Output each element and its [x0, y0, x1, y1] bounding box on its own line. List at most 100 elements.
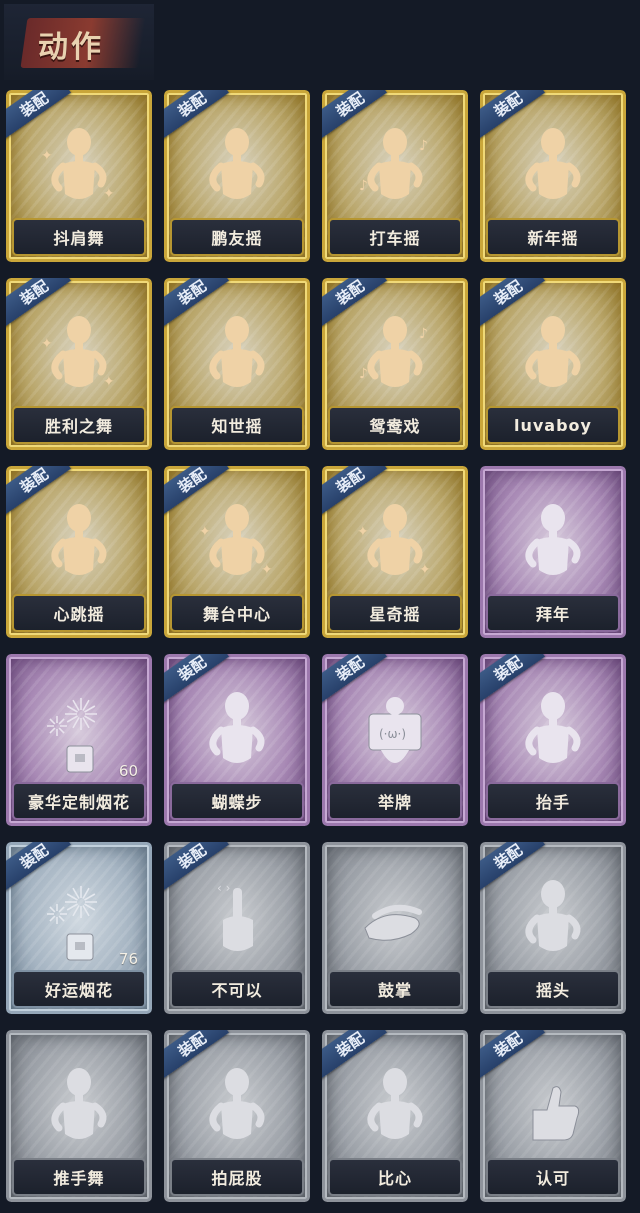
dancer-victory-icon: ✦✦: [41, 316, 115, 390]
emote-label-bar: 新年摇: [488, 220, 618, 254]
pat-butt-icon: [209, 1068, 265, 1139]
svg-text:✦: ✦: [103, 186, 115, 202]
emote-card[interactable]: 装配 ‹ › 不可以: [164, 842, 310, 1014]
emote-label-bar: 豪华定制烟花: [14, 784, 144, 818]
emote-name: 鼓掌: [377, 981, 412, 1000]
emote-card[interactable]: 装配 摇头: [480, 842, 626, 1014]
emote-card[interactable]: 装配 抬手: [480, 654, 626, 826]
emote-card[interactable]: 装配 ✦ ✦ 胜利之舞: [6, 278, 152, 450]
emote-card[interactable]: 装配 ♥ 比心: [322, 1030, 468, 1202]
svg-text:♪: ♪: [359, 178, 368, 194]
emote-label-bar: 心跳摇: [14, 596, 144, 630]
svg-text:✦: ✦: [357, 524, 369, 540]
emote-card[interactable]: 拜年: [480, 466, 626, 638]
emote-name: 好运烟花: [44, 981, 113, 1000]
dancer-clap-icon: [525, 128, 581, 199]
emote-card[interactable]: 装配 ✦ ✦ 星奇摇: [322, 466, 468, 638]
emote-card[interactable]: 装配 心跳摇: [6, 466, 152, 638]
emote-label-bar: 比心: [330, 1160, 460, 1194]
emote-name: 蝴蝶步: [211, 793, 263, 812]
finger-heart-icon: ♥: [367, 1067, 423, 1139]
hold-sign-icon: (·ω·): [368, 697, 422, 763]
dancer-cross-icon: [525, 316, 581, 387]
shake-head-icon: [525, 880, 581, 951]
emote-name: 举牌: [377, 793, 412, 812]
emote-card[interactable]: 装配 新年摇: [480, 90, 626, 262]
emote-label-bar: 舞台中心: [172, 596, 302, 630]
emote-card[interactable]: 装配 拍屁股: [164, 1030, 310, 1202]
emote-name: 鹏友摇: [211, 229, 263, 248]
emote-name: 抖肩舞: [53, 229, 105, 248]
emote-card[interactable]: 装配 鹏友摇: [164, 90, 310, 262]
thumbs-up-icon: [532, 1086, 580, 1141]
emote-name: 豪华定制烟花: [27, 793, 130, 812]
svg-text:✦: ✦: [199, 524, 211, 540]
emote-name: 推手舞: [53, 1169, 105, 1188]
emote-card[interactable]: 装配 知世摇: [164, 278, 310, 450]
emote-label-bar: 拜年: [488, 596, 618, 630]
emote-label-bar: 蝴蝶步: [172, 784, 302, 818]
emote-card[interactable]: 装配 ♪ ♪ 鸳鸯戏: [322, 278, 468, 450]
emote-label-bar: 认可: [488, 1160, 618, 1194]
emote-label-bar: 打车摇: [330, 220, 460, 254]
svg-text:✦: ✦: [103, 374, 115, 390]
dancer-sway-icon: [209, 316, 265, 387]
emote-label-bar: luvaboy: [488, 408, 618, 442]
emote-card[interactable]: 装配 ✦ ✦ 舞台中心: [164, 466, 310, 638]
emote-card[interactable]: 装配 ♪ ♪ 打车摇: [322, 90, 468, 262]
emote-label-bar: 抬手: [488, 784, 618, 818]
emote-label-bar: 拍屁股: [172, 1160, 302, 1194]
emote-card[interactable]: 鼓掌: [322, 842, 468, 1014]
raise-hand-icon: [525, 692, 581, 763]
dancer-music-icon: ♪♪: [359, 128, 428, 199]
svg-text:✦: ✦: [41, 148, 53, 164]
emote-label-bar: 星奇摇: [330, 596, 460, 630]
firework-canister-icon: [47, 886, 97, 961]
emote-name: 胜利之舞: [44, 417, 113, 436]
section-header: 动作: [4, 4, 154, 80]
emote-name: 打车摇: [369, 229, 421, 248]
item-count: 76: [118, 950, 138, 968]
emote-label-bar: 举牌: [330, 784, 460, 818]
emote-card[interactable]: 装配 认可: [480, 1030, 626, 1202]
emote-name: 比心: [377, 1169, 412, 1188]
emote-card[interactable]: 推手舞: [6, 1030, 152, 1202]
emote-label-bar: 胜利之舞: [14, 408, 144, 442]
emote-card[interactable]: 装配 蝴蝶步: [164, 654, 310, 826]
bow-greeting-icon: [525, 504, 581, 575]
svg-text:‹ ›: ‹ ›: [217, 881, 230, 895]
dancer-star-icon: ✦✦: [357, 504, 431, 578]
dancer-stage-icon: ✦✦: [199, 504, 273, 578]
emote-label-bar: 鸳鸯戏: [330, 408, 460, 442]
emote-card[interactable]: 60 豪华定制烟花: [6, 654, 152, 826]
emote-card[interactable]: 装配 luvaboy: [480, 278, 626, 450]
finger-wag-icon: ‹ ›: [217, 881, 253, 951]
page-title: 动作: [38, 30, 104, 65]
clap-hands-icon: [364, 904, 422, 941]
dancer-shrug-icon: ✦✦: [41, 128, 115, 202]
emote-name: 知世摇: [211, 417, 263, 436]
emote-label-bar: 鹏友摇: [172, 220, 302, 254]
emote-name: 拜年: [535, 605, 570, 624]
svg-text:(·ω·): (·ω·): [379, 727, 406, 741]
dancer-dab-icon: [209, 692, 265, 763]
svg-text:♪: ♪: [419, 138, 428, 154]
emote-label-bar: 推手舞: [14, 1160, 144, 1194]
emote-name: 新年摇: [527, 229, 579, 248]
emote-card[interactable]: 装配 76 好运烟花: [6, 842, 152, 1014]
svg-text:✦: ✦: [41, 336, 53, 352]
emote-label-bar: 不可以: [172, 972, 302, 1006]
item-count: 60: [118, 762, 138, 780]
emote-card[interactable]: 装配 ✦ ✦ 抖肩舞: [6, 90, 152, 262]
emote-name: 抬手: [535, 793, 570, 812]
svg-text:✦: ✦: [419, 562, 431, 578]
emote-card[interactable]: 装配 (·ω·) 举牌: [322, 654, 468, 826]
emote-label-bar: 知世摇: [172, 408, 302, 442]
emote-name: 摇头: [535, 981, 570, 1000]
emote-label-bar: 好运烟花: [14, 972, 144, 1006]
emote-name: 不可以: [211, 981, 263, 1000]
emote-name: 鸳鸯戏: [369, 417, 421, 436]
dancer-music-icon: ♪♪: [359, 316, 428, 387]
emote-name: luvaboy: [514, 415, 592, 435]
emote-name: 心跳摇: [53, 605, 105, 624]
